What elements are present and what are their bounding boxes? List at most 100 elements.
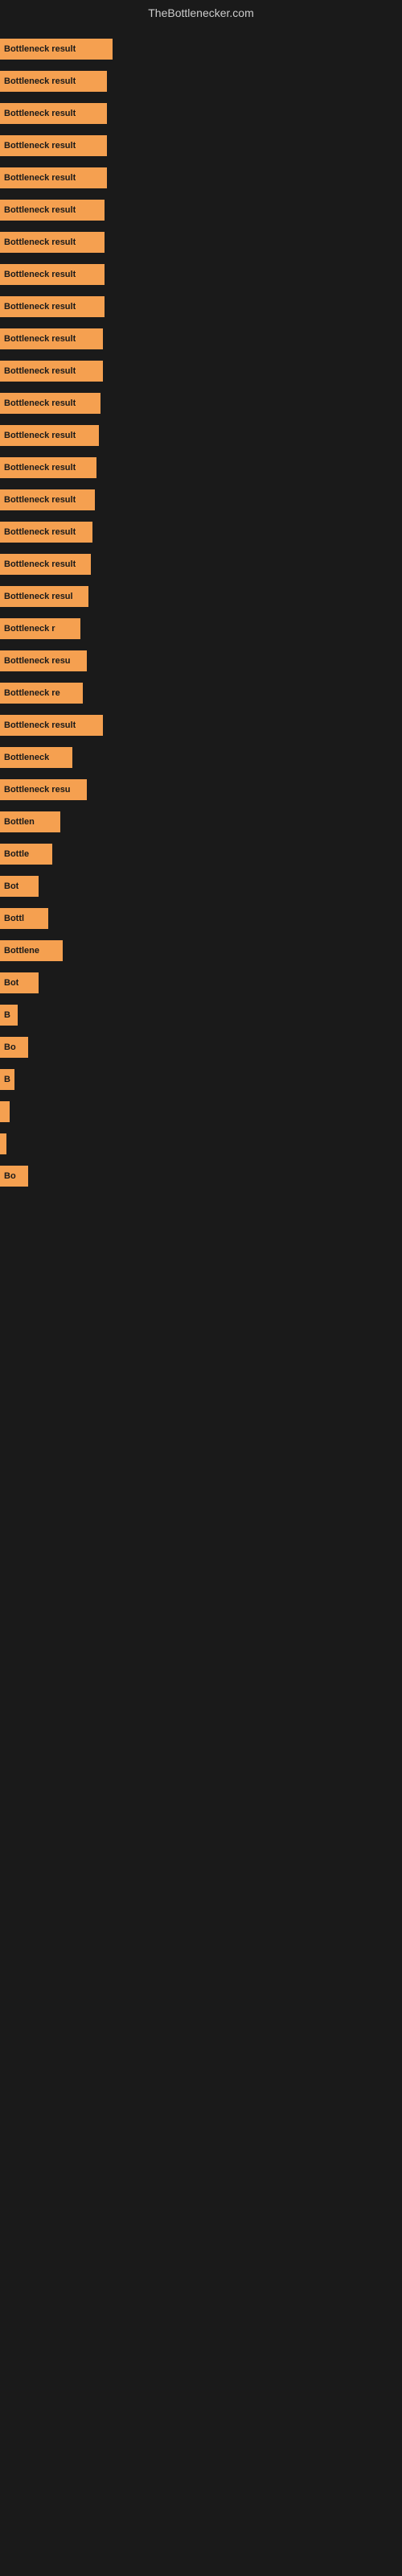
bar-row: Bottlen: [0, 807, 402, 837]
bar-row: B: [0, 1064, 402, 1095]
bar-label-21: Bottleneck result: [4, 720, 76, 730]
bar-16: Bottleneck result: [0, 554, 91, 575]
bar-31: Bo: [0, 1037, 28, 1058]
bar-label-15: Bottleneck result: [4, 527, 76, 537]
bar-row: Bottl: [0, 903, 402, 934]
bar-25: Bottle: [0, 844, 52, 865]
bar-2: Bottleneck result: [0, 103, 107, 124]
bar-row: Bottleneck result: [0, 66, 402, 97]
bar-29: Bot: [0, 972, 39, 993]
bar-row: [0, 1096, 402, 1127]
bar-1: Bottleneck result: [0, 71, 107, 92]
bar-label-26: Bot: [4, 881, 18, 891]
bar-row: Bottleneck result: [0, 163, 402, 193]
bar-row: Bottleneck result: [0, 195, 402, 225]
bar-label-17: Bottleneck resul: [4, 592, 73, 601]
bar-17: Bottleneck resul: [0, 586, 88, 607]
bar-32: B: [0, 1069, 14, 1090]
bar-35: Bo: [0, 1166, 28, 1187]
bar-row: Bottleneck result: [0, 517, 402, 547]
bar-label-2: Bottleneck result: [4, 109, 76, 118]
bar-row: Bo: [0, 1032, 402, 1063]
site-title: TheBottlenecker.com: [0, 0, 402, 26]
bar-23: Bottleneck resu: [0, 779, 87, 800]
bar-label-1: Bottleneck result: [4, 76, 76, 86]
bar-20: Bottleneck re: [0, 683, 83, 704]
bar-row: Bot: [0, 968, 402, 998]
bar-34: [0, 1133, 6, 1154]
bar-9: Bottleneck result: [0, 328, 103, 349]
bar-label-24: Bottlen: [4, 817, 35, 827]
bar-row: Bottleneck r: [0, 613, 402, 644]
bar-label-0: Bottleneck result: [4, 44, 76, 54]
bar-label-28: Bottlene: [4, 946, 39, 956]
bar-row: Bottleneck result: [0, 710, 402, 741]
bar-label-18: Bottleneck r: [4, 624, 55, 634]
bar-row: Bottleneck resul: [0, 581, 402, 612]
bar-row: Bottleneck re: [0, 678, 402, 708]
bar-row: Bottleneck result: [0, 259, 402, 290]
bar-6: Bottleneck result: [0, 232, 105, 253]
bar-label-9: Bottleneck result: [4, 334, 76, 344]
bar-row: Bottleneck result: [0, 324, 402, 354]
bar-label-30: B: [4, 1010, 10, 1020]
bar-22: Bottleneck: [0, 747, 72, 768]
bar-label-19: Bottleneck resu: [4, 656, 71, 666]
bar-21: Bottleneck result: [0, 715, 103, 736]
bar-row: Bottleneck resu: [0, 774, 402, 805]
bar-33: [0, 1101, 10, 1122]
bar-label-23: Bottleneck resu: [4, 785, 71, 795]
bar-15: Bottleneck result: [0, 522, 92, 543]
bar-row: Bottleneck result: [0, 34, 402, 64]
bar-row: Bottleneck result: [0, 388, 402, 419]
bar-14: Bottleneck result: [0, 489, 95, 510]
bar-5: Bottleneck result: [0, 200, 105, 221]
bar-row: Bottleneck: [0, 742, 402, 773]
bar-row: Bottlene: [0, 935, 402, 966]
bar-row: Bottleneck resu: [0, 646, 402, 676]
bar-26: Bot: [0, 876, 39, 897]
bar-label-7: Bottleneck result: [4, 270, 76, 279]
bar-11: Bottleneck result: [0, 393, 100, 414]
bar-label-5: Bottleneck result: [4, 205, 76, 215]
bar-label-6: Bottleneck result: [4, 237, 76, 247]
bar-18: Bottleneck r: [0, 618, 80, 639]
bar-19: Bottleneck resu: [0, 650, 87, 671]
bar-label-10: Bottleneck result: [4, 366, 76, 376]
bar-0: Bottleneck result: [0, 39, 113, 60]
bar-10: Bottleneck result: [0, 361, 103, 382]
bar-4: Bottleneck result: [0, 167, 107, 188]
bar-label-25: Bottle: [4, 849, 29, 859]
bar-row: Bottleneck result: [0, 485, 402, 515]
bar-label-14: Bottleneck result: [4, 495, 76, 505]
bar-row: Bot: [0, 871, 402, 902]
bar-label-32: B: [4, 1075, 10, 1084]
bar-label-35: Bo: [4, 1171, 16, 1181]
bar-label-22: Bottleneck: [4, 753, 49, 762]
bar-row: B: [0, 1000, 402, 1030]
bar-row: Bottleneck result: [0, 130, 402, 161]
bar-8: Bottleneck result: [0, 296, 105, 317]
bar-label-12: Bottleneck result: [4, 431, 76, 440]
bar-label-20: Bottleneck re: [4, 688, 60, 698]
bar-row: [0, 1129, 402, 1159]
bar-row: Bottleneck result: [0, 549, 402, 580]
bar-30: B: [0, 1005, 18, 1026]
bar-row: Bottleneck result: [0, 356, 402, 386]
bar-label-31: Bo: [4, 1042, 16, 1052]
bar-row: Bottleneck result: [0, 291, 402, 322]
bar-row: Bottleneck result: [0, 420, 402, 451]
bar-24: Bottlen: [0, 811, 60, 832]
bar-27: Bottl: [0, 908, 48, 929]
bar-12: Bottleneck result: [0, 425, 99, 446]
bar-row: Bottleneck result: [0, 98, 402, 129]
bar-label-29: Bot: [4, 978, 18, 988]
bar-row: Bottle: [0, 839, 402, 869]
bar-7: Bottleneck result: [0, 264, 105, 285]
bar-label-13: Bottleneck result: [4, 463, 76, 473]
bar-label-11: Bottleneck result: [4, 398, 76, 408]
bar-3: Bottleneck result: [0, 135, 107, 156]
bar-row: Bottleneck result: [0, 227, 402, 258]
bar-13: Bottleneck result: [0, 457, 96, 478]
bar-label-16: Bottleneck result: [4, 559, 76, 569]
